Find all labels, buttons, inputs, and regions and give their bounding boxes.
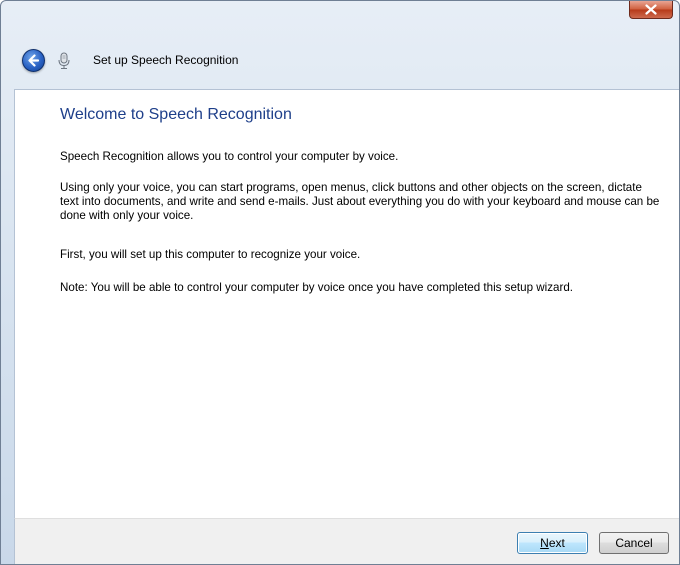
page-heading: Welcome to Speech Recognition (60, 106, 292, 123)
intro-paragraph: Speech Recognition allows you to control… (60, 150, 399, 163)
button-bar: Next Cancel (14, 518, 679, 564)
setup-paragraph: First, you will set up this computer to … (60, 248, 361, 261)
next-button[interactable]: Next (517, 532, 588, 554)
next-accelerator-key: N (540, 536, 549, 550)
back-arrow-icon (28, 54, 40, 67)
close-button[interactable] (629, 1, 673, 19)
close-icon (645, 4, 657, 15)
back-button[interactable] (22, 49, 45, 72)
next-label: ext (548, 536, 565, 550)
wizard-window: Set up Speech Recognition Welcome to Spe… (0, 0, 680, 565)
wizard-title: Set up Speech Recognition (93, 53, 239, 67)
description-paragraph: Using only your voice, you can start pro… (60, 181, 660, 222)
title-bar (1, 1, 679, 33)
microphone-icon (58, 52, 70, 69)
cancel-button[interactable]: Cancel (599, 532, 669, 554)
content-panel: Welcome to Speech Recognition Speech Rec… (14, 89, 679, 518)
note-paragraph: Note: You will be able to control your c… (60, 281, 573, 294)
